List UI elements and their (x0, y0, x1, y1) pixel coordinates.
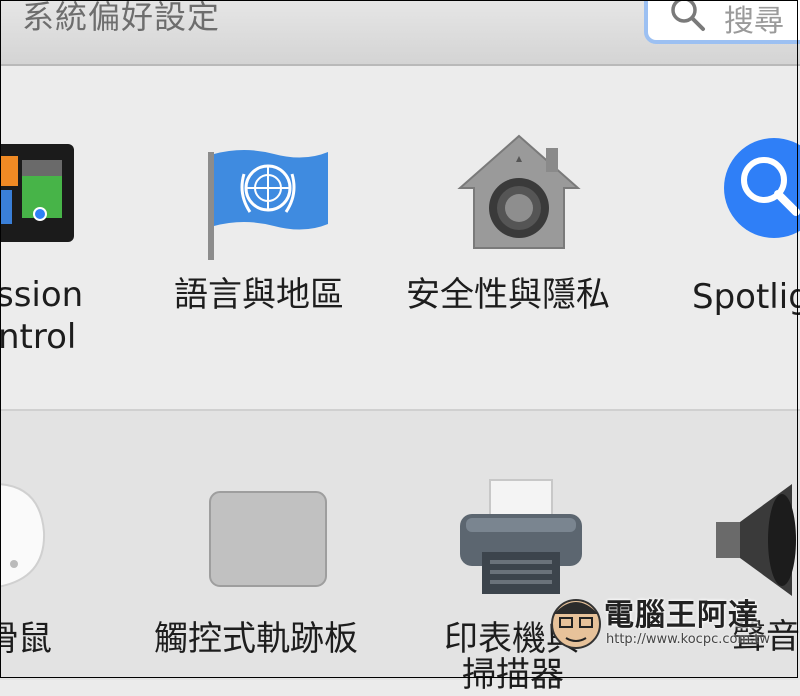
pane-mouse[interactable]: 滑鼠 (0, 482, 80, 672)
trackpad-label: 觸控式軌跡板 (154, 619, 358, 659)
watermark-url: http://www.kocpc.com.tw (606, 632, 770, 647)
pane-language-region[interactable]: 語言與地區 (160, 140, 370, 320)
search-icon (671, 0, 705, 31)
mouse-label: 滑鼠 (0, 619, 52, 659)
watermark-logo: 電腦王阿達 http://www.kocpc.com.tw (548, 584, 788, 664)
security-privacy-label: 安全性與隱私 (406, 275, 610, 315)
mascot-face-icon (551, 599, 601, 649)
mission-control-icon (0, 144, 74, 242)
toolbar: 系統偏好設定 搜尋 (0, 0, 800, 66)
mission-control-label-line1: ssion (0, 275, 84, 315)
pane-spotlight[interactable]: Spotlig (690, 136, 800, 326)
watermark-title: 電腦王阿達 (604, 598, 759, 633)
trackpad-icon (209, 491, 327, 587)
mouse-icon (0, 483, 46, 588)
speaker-icon (716, 484, 796, 596)
spotlight-icon (724, 138, 800, 238)
pane-mission-control[interactable]: ssion ntrol (0, 140, 90, 360)
lock-house-icon (457, 134, 581, 249)
window-title: 系統偏好設定 (22, 0, 221, 36)
search-field[interactable]: 搜尋 (644, 0, 800, 44)
printer-icon (460, 479, 582, 594)
pane-security-privacy[interactable]: 安全性與隱私 (400, 130, 640, 320)
spotlight-label: Spotlig (692, 277, 800, 317)
un-flag-icon (208, 150, 328, 260)
pane-trackpad[interactable]: 觸控式軌跡板 (150, 482, 390, 672)
search-placeholder: 搜尋 (724, 4, 784, 39)
mission-control-label-line2: ntrol (0, 317, 77, 357)
language-region-label: 語言與地區 (174, 275, 344, 315)
